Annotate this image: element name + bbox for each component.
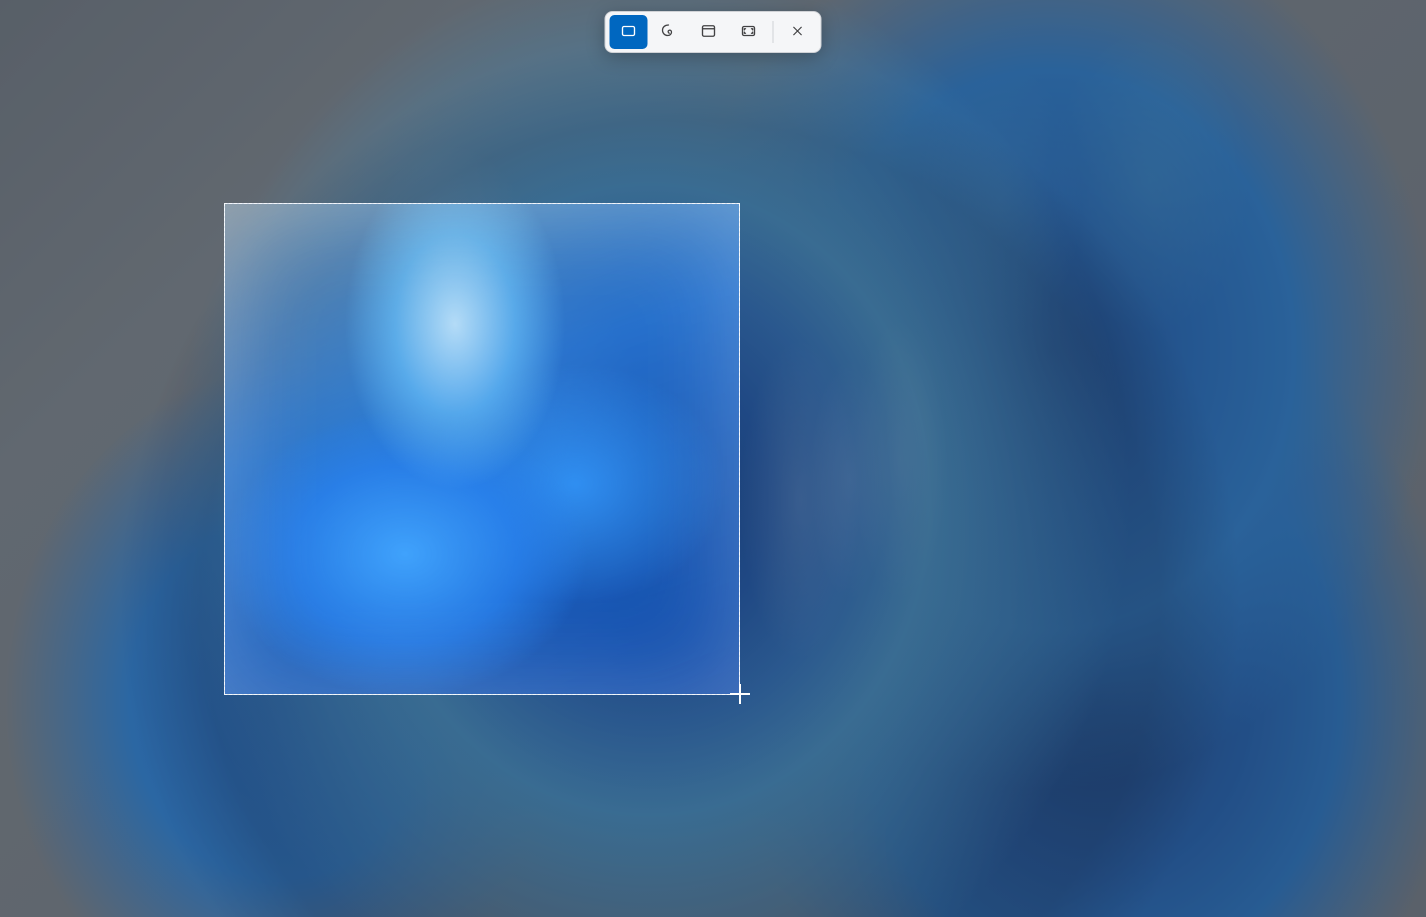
rectangle-icon: [620, 22, 638, 43]
snipping-tool-toolbar: [605, 11, 822, 53]
freeform-icon: [660, 22, 678, 43]
close-icon: [789, 22, 807, 43]
fullscreen-snip-button[interactable]: [730, 15, 768, 49]
toolbar-divider: [773, 21, 774, 43]
window-icon: [700, 22, 718, 43]
snip-selection-rectangle[interactable]: [224, 203, 740, 695]
window-snip-button[interactable]: [690, 15, 728, 49]
close-snip-button[interactable]: [779, 15, 817, 49]
fullscreen-icon: [740, 22, 758, 43]
rectangular-snip-button[interactable]: [610, 15, 648, 49]
freeform-snip-button[interactable]: [650, 15, 688, 49]
